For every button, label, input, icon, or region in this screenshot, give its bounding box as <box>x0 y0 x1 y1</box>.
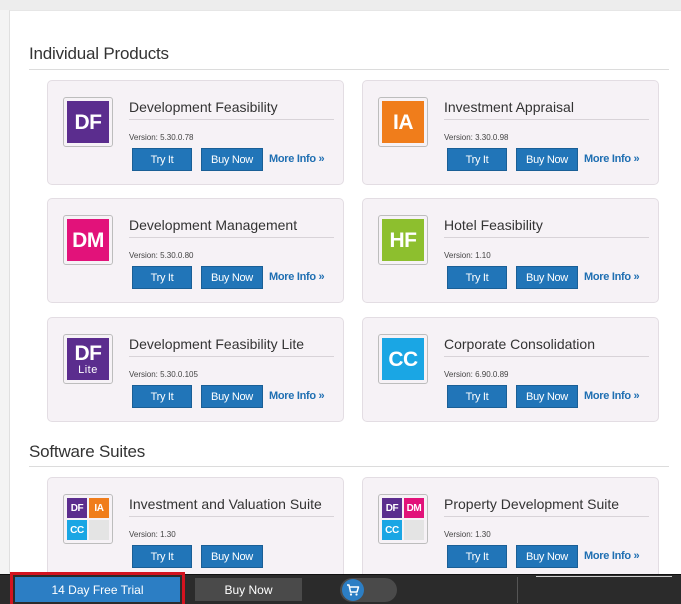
product-logo: HF <box>378 215 428 265</box>
product-version: Version: 3.30.0.98 <box>444 133 509 142</box>
product-logo: CC <box>378 334 428 384</box>
more-info-link[interactable]: More Info » <box>269 271 325 283</box>
bottom-buy-now-button[interactable]: Buy Now <box>195 578 302 601</box>
section-divider <box>29 466 669 467</box>
product-name: Development Management <box>129 217 298 233</box>
ia-logo-icon: IA <box>89 498 109 518</box>
buy-now-button[interactable]: Buy Now <box>516 385 578 408</box>
buy-now-button[interactable]: Buy Now <box>201 385 263 408</box>
suite-name: Property Development Suite <box>444 496 620 512</box>
page: Individual Products DF Development Feasi… <box>0 0 681 604</box>
suite-logo-grid: DF DM CC <box>382 498 424 540</box>
product-name: Hotel Feasibility <box>444 217 543 233</box>
suite-divider <box>129 516 334 517</box>
buy-now-button[interactable]: Buy Now <box>516 545 578 568</box>
bottom-action-bar: 14 Day Free Trial Buy Now <box>0 572 681 604</box>
empty-cell <box>404 520 424 540</box>
cart-toggle[interactable] <box>340 578 397 602</box>
df-logo-icon: DF <box>382 498 402 518</box>
top-strip <box>0 0 681 10</box>
product-card: HF Hotel Feasibility Version: 1.10 Try I… <box>362 198 659 303</box>
hf-logo-icon: HF <box>382 219 424 261</box>
buy-now-button[interactable]: Buy Now <box>201 148 263 171</box>
ia-logo-icon: IA <box>382 101 424 143</box>
bar-line <box>536 576 672 577</box>
section-title-suites: Software Suites <box>29 442 146 461</box>
suite-version: Version: 1.30 <box>444 530 491 539</box>
try-it-button[interactable]: Try It <box>447 385 507 408</box>
bar-separator <box>517 577 518 603</box>
product-divider <box>129 119 334 120</box>
try-it-button[interactable]: Try It <box>447 266 507 289</box>
logo-subtext: Lite <box>78 363 98 376</box>
suite-name: Investment and Valuation Suite <box>129 496 322 512</box>
more-info-link[interactable]: More Info » <box>584 390 640 402</box>
try-it-button[interactable]: Try It <box>132 148 192 171</box>
logo-text: DM <box>72 228 104 252</box>
suite-card: DF DM CC Property Development Suite Vers… <box>362 477 659 582</box>
try-it-button[interactable]: Try It <box>132 385 192 408</box>
product-version: Version: 6.90.0.89 <box>444 370 509 379</box>
product-divider <box>444 356 649 357</box>
product-card: DM Development Management Version: 5.30.… <box>47 198 344 303</box>
cc-logo-icon: CC <box>382 520 402 540</box>
logo-text: DF <box>74 341 103 365</box>
product-version: Version: 1.10 <box>444 251 491 260</box>
product-divider <box>444 119 649 120</box>
product-divider <box>444 237 649 238</box>
product-card: CC Corporate Consolidation Version: 6.90… <box>362 317 659 422</box>
product-logo: IA <box>378 97 428 147</box>
product-card: IA Investment Appraisal Version: 3.30.0.… <box>362 80 659 185</box>
dm-logo-icon: DM <box>67 219 109 261</box>
try-it-button[interactable]: Try It <box>447 545 507 568</box>
more-info-link[interactable]: More Info » <box>269 153 325 165</box>
df-lite-logo-icon: DF Lite <box>67 338 109 380</box>
logo-text: HF <box>389 228 418 252</box>
product-logo: DM <box>63 215 113 265</box>
section-divider <box>29 69 669 70</box>
product-name: Development Feasibility <box>129 99 278 115</box>
product-card: DF Lite Development Feasibility Lite Vers… <box>47 317 344 422</box>
cc-logo-icon: CC <box>67 520 87 540</box>
product-version: Version: 5.30.0.105 <box>129 370 198 379</box>
product-name: Investment Appraisal <box>444 99 574 115</box>
try-it-button[interactable]: Try It <box>132 266 192 289</box>
try-it-button[interactable]: Try It <box>132 545 192 568</box>
buy-now-button[interactable]: Buy Now <box>516 148 578 171</box>
cc-logo-icon: CC <box>382 338 424 380</box>
section-title-individual: Individual Products <box>29 44 169 63</box>
product-divider <box>129 356 334 357</box>
logo-text: IA <box>393 110 414 134</box>
more-info-link[interactable]: More Info » <box>584 153 640 165</box>
buy-now-button[interactable]: Buy Now <box>201 545 263 568</box>
logo-text: DF <box>74 110 103 134</box>
buy-now-button[interactable]: Buy Now <box>201 266 263 289</box>
logo-text: CC <box>388 347 418 371</box>
try-it-button[interactable]: Try It <box>447 148 507 171</box>
empty-cell <box>89 520 109 540</box>
cart-icon <box>342 579 364 601</box>
suite-logo: DF IA CC <box>63 494 113 544</box>
buy-now-button[interactable]: Buy Now <box>516 266 578 289</box>
product-version: Version: 5.30.0.78 <box>129 133 194 142</box>
suite-divider <box>444 516 649 517</box>
suite-logo: DF DM CC <box>378 494 428 544</box>
product-divider <box>129 237 334 238</box>
product-name: Development Feasibility Lite <box>129 336 305 352</box>
free-trial-button[interactable]: 14 Day Free Trial <box>15 577 180 602</box>
more-info-link[interactable]: More Info » <box>584 550 640 562</box>
product-logo: DF <box>63 97 113 147</box>
df-logo-icon: DF <box>67 101 109 143</box>
product-card: DF Development Feasibility Version: 5.30… <box>47 80 344 185</box>
df-logo-icon: DF <box>67 498 87 518</box>
product-version: Version: 5.30.0.80 <box>129 251 194 260</box>
more-info-link[interactable]: More Info » <box>584 271 640 283</box>
product-name: Corporate Consolidation <box>444 336 595 352</box>
suite-version: Version: 1.30 <box>129 530 176 539</box>
dm-logo-icon: DM <box>404 498 424 518</box>
suite-logo-grid: DF IA CC <box>67 498 109 540</box>
suite-card: DF IA CC Investment and Valuation Suite … <box>47 477 344 582</box>
more-info-link[interactable]: More Info » <box>269 390 325 402</box>
product-logo: DF Lite <box>63 334 113 384</box>
